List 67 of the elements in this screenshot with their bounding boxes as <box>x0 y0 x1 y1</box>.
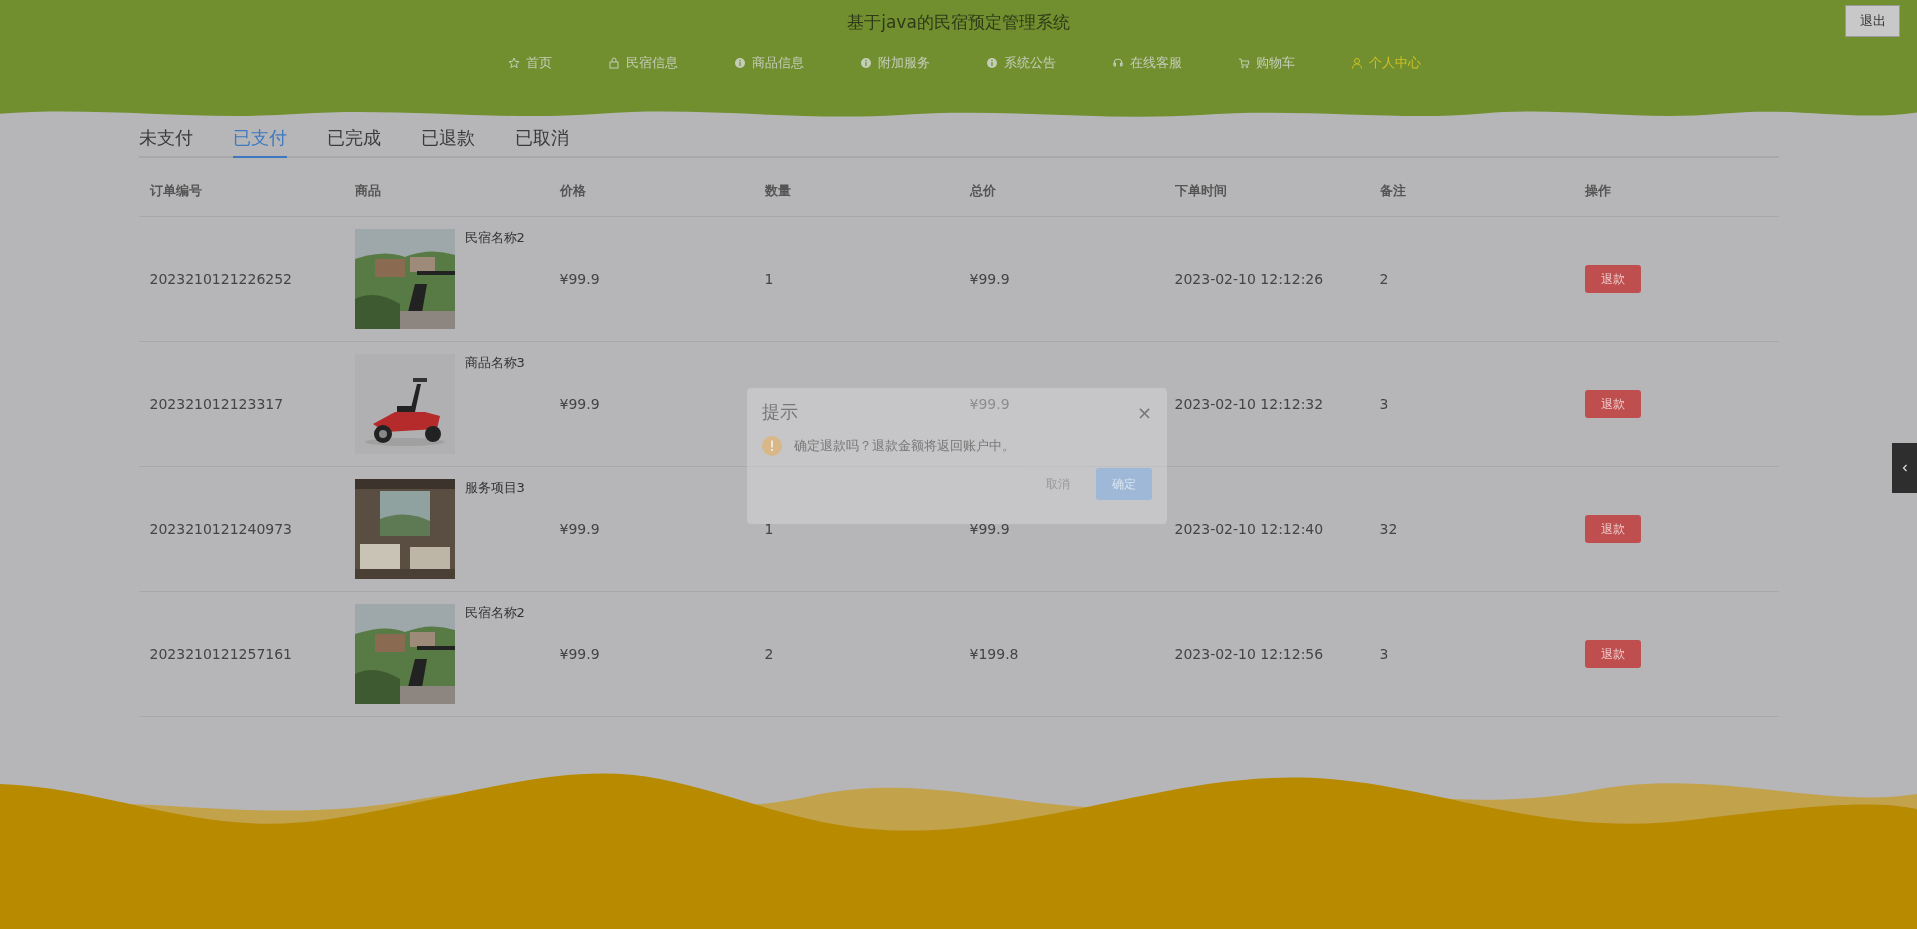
nav-item[interactable]: 首页 <box>508 54 552 72</box>
column-header: 操作 <box>1573 166 1779 217</box>
logout-button[interactable]: 退出 <box>1845 5 1900 37</box>
nav-item[interactable]: 商品信息 <box>734 54 804 72</box>
order-time: 2023-02-10 12:12:32 <box>1174 396 1324 412</box>
column-header: 订单编号 <box>138 166 344 217</box>
nav-item[interactable]: 附加服务 <box>860 54 930 72</box>
nav-item[interactable]: 系统公告 <box>986 54 1056 72</box>
status-tab[interactable]: 已完成 <box>326 126 381 158</box>
note: 3 <box>1379 646 1389 662</box>
price: ¥99.9 <box>559 646 600 662</box>
quantity: 1 <box>764 521 774 537</box>
warning-icon <box>762 436 782 456</box>
column-header: 备注 <box>1368 166 1574 217</box>
status-tab[interactable]: 已退款 <box>420 126 475 158</box>
status-tab[interactable]: 已取消 <box>514 126 569 158</box>
total-price: ¥99.9 <box>969 521 1010 537</box>
order-time: 2023-02-10 12:12:56 <box>1174 646 1324 662</box>
order-time: 2023-02-10 12:12:26 <box>1174 271 1324 287</box>
quantity: 2 <box>764 646 774 662</box>
total-price: ¥99.9 <box>969 271 1010 287</box>
product-name: 民宿名称2 <box>464 229 525 247</box>
total-price: ¥199.8 <box>969 646 1019 662</box>
note: 2 <box>1379 271 1389 287</box>
total-price: ¥99.9 <box>969 396 1010 412</box>
refund-button[interactable]: 退款 <box>1584 515 1641 543</box>
status-tab[interactable]: 已支付 <box>232 126 287 158</box>
close-button[interactable]: × <box>1136 401 1152 423</box>
note: 32 <box>1379 521 1398 537</box>
product-name: 民宿名称2 <box>464 604 525 622</box>
price: ¥99.9 <box>559 396 600 412</box>
refund-button[interactable]: 退款 <box>1584 640 1641 668</box>
product-name: 商品名称3 <box>464 354 525 372</box>
bag-icon <box>608 57 620 69</box>
info-icon <box>986 57 998 69</box>
column-header: 价格 <box>548 166 754 217</box>
order-time: 2023-02-10 12:12:40 <box>1174 521 1324 537</box>
column-header: 下单时间 <box>1163 166 1369 217</box>
nav-item[interactable]: 民宿信息 <box>608 54 678 72</box>
column-header: 总价 <box>958 166 1164 217</box>
dialog-title: 提示 <box>762 400 798 424</box>
side-panel-toggle[interactable] <box>1892 443 1917 493</box>
help-icon <box>860 57 872 69</box>
note: 3 <box>1379 396 1389 412</box>
price: ¥99.9 <box>559 271 600 287</box>
info-icon <box>734 57 746 69</box>
nav-item[interactable]: 个人中心 <box>1351 54 1421 72</box>
order-number: 2023210121240973 <box>149 521 292 537</box>
order-number: 2023210121226252 <box>149 271 292 287</box>
nav-item[interactable]: 购物车 <box>1238 54 1295 72</box>
headset-icon <box>1112 57 1124 69</box>
order-number: 202321012123317 <box>149 396 284 412</box>
status-tab[interactable]: 未支付 <box>138 126 193 158</box>
star-icon <box>508 57 520 69</box>
user-icon <box>1351 57 1363 69</box>
nav-item[interactable]: 在线客服 <box>1112 54 1182 72</box>
cart-icon <box>1238 57 1250 69</box>
order-number: 2023210121257161 <box>149 646 292 662</box>
quantity: 1 <box>764 271 774 287</box>
column-header: 数量 <box>753 166 959 217</box>
dialog-message: 确定退款吗？退款金额将返回账户中。 <box>794 437 1015 455</box>
refund-button[interactable]: 退款 <box>1584 265 1641 293</box>
product-name: 服务项目3 <box>464 479 525 497</box>
price: ¥99.9 <box>559 521 600 537</box>
column-header: 商品 <box>343 166 549 217</box>
refund-button[interactable]: 退款 <box>1584 390 1641 418</box>
site-title: 基于java的民宿预定管理系统 <box>847 11 1070 34</box>
